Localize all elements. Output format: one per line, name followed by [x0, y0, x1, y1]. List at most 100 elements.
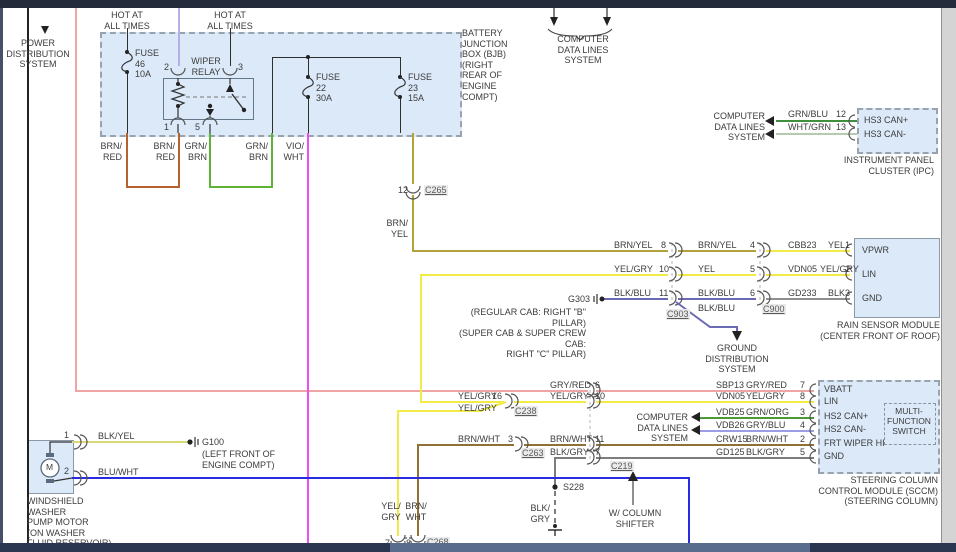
sccm-r1-p2: 7	[800, 380, 806, 390]
label-blk-gry-vertical: BLK/ GRY	[530, 503, 550, 524]
wire-blu-wht-v	[688, 477, 690, 543]
rain-r3-p1: 11	[659, 288, 669, 298]
sccm-r6-w2: BLK/GRY	[746, 447, 785, 457]
wire-fuse23-down	[400, 98, 401, 133]
bottom-window-bar-segment	[390, 543, 810, 552]
relay-pin1: 1	[164, 122, 170, 132]
wiring-diagram-page: POWER DISTRIBUTION SYSTEM COMPUTER DATA …	[0, 0, 956, 552]
rain-r1-w1: BRN/YEL	[614, 240, 653, 250]
cdl-ipc-label: COMPUTER DATA LINES SYSTEM	[713, 111, 766, 143]
wire-yel-row2b	[678, 274, 756, 276]
label-brn-red-2: BRN/ RED	[153, 141, 175, 162]
connector-c900[interactable]: C900	[762, 304, 786, 315]
washer-motor-m: M	[46, 462, 54, 472]
washer-pin1: 1	[64, 430, 70, 440]
c265-pin: 12	[397, 185, 408, 195]
rain-r3-w3: BLK	[828, 288, 846, 298]
wire-wht-grn	[776, 133, 857, 135]
label-yel-gry-bottom: YEL/ GRY	[381, 501, 401, 522]
cdl-top-arrow-right-icon	[603, 17, 611, 26]
rain-r2-w1: YEL/GRY	[614, 264, 653, 274]
label-brn-wht-bottom: BRN/ WHT	[405, 501, 427, 522]
wire-bus-to-fuse23	[400, 57, 401, 76]
rain-r3-w1: BLK/BLU	[614, 288, 652, 298]
cab-note: (REGULAR CAB: RIGHT "B" PILLAR) (SUPER C…	[458, 307, 586, 360]
cdl-top-label: COMPUTER DATA LINES SYSTEM	[557, 34, 609, 66]
wire-blu-wht-h	[72, 477, 690, 479]
sccm-r3-w2: GRN/ORG	[746, 407, 790, 417]
sccm-r6-circuit: GD125	[716, 447, 745, 457]
rain-r1-w2: BRN/YEL	[698, 240, 737, 250]
rain-r3-p2: 6	[750, 288, 756, 298]
rain-r1-w3: YEL	[828, 240, 846, 250]
ground-symbol-icon	[548, 524, 562, 536]
rain-r3-circuit: GD233	[788, 288, 817, 298]
sccm-r1-w2: GRY/RED	[746, 380, 787, 390]
sccm-r1-p1: 6	[595, 380, 601, 390]
sccm-r1-w1: GRY/RED	[550, 380, 591, 390]
diagram-left-border	[27, 8, 29, 543]
wiper-relay-box	[163, 78, 254, 120]
sccm-pin-vbatt: VBATT	[824, 384, 853, 394]
sccm-r5-w2: BRN/WHT	[746, 434, 788, 444]
g100-location: (LEFT FRONT OF ENGINE COMPT)	[202, 449, 276, 470]
sccm-pin-lin: LIN	[824, 396, 839, 406]
rain-r2-p1: 10	[659, 264, 670, 274]
connector-c903[interactable]: C903	[666, 309, 690, 320]
connector-c219[interactable]: C219	[610, 461, 634, 472]
sccm-r6-p2: 5	[800, 447, 806, 457]
rain-r2-w2: YEL	[698, 264, 716, 274]
rain-sensor-title: RAIN SENSOR MODULE (CENTER FRONT OF ROOF…	[820, 320, 940, 341]
rain-pin-gnd: GND	[862, 293, 882, 303]
cdl-sccm-arrow2-icon	[691, 425, 700, 435]
connector-c238[interactable]: C238	[514, 406, 538, 417]
sccm-r6-w1: BLK/GRY	[550, 447, 589, 457]
rain-r2-p2: 5	[750, 264, 756, 274]
inline-connectors	[73, 242, 771, 486]
wire-brn-yel-v1	[412, 133, 414, 184]
right-scroll-gutter[interactable]	[941, 8, 956, 543]
wire-hot-to-relay-pin3	[230, 28, 231, 66]
sccm-r5-w1: BRN/WHT	[550, 434, 592, 444]
cdl-ipc-arrow1-icon	[765, 116, 774, 126]
multifunction-switch-label: MULTI- FUNCTION SWITCH	[887, 406, 931, 437]
relay-pin5: 5	[195, 122, 201, 132]
connector-c263[interactable]: C263	[521, 448, 545, 459]
g303-ground-icon	[593, 294, 605, 304]
rain-r3-p3: 3	[845, 288, 851, 298]
hot-at-all-times-right: HOT AT ALL TIMES	[207, 10, 253, 31]
sccm-r3-p2: 3	[800, 407, 806, 417]
power-dist-arrow-icon	[41, 26, 49, 34]
wire-bjb-bus	[272, 57, 400, 58]
ipc-pin13: 13	[835, 122, 846, 132]
wiper-relay-title: WIPER RELAY	[191, 56, 221, 77]
rain-pin-lin: LIN	[862, 269, 877, 279]
wire-relay-return-inside	[272, 57, 273, 133]
cdl-sccm-arrow1-icon	[691, 412, 700, 422]
rain-r1-p1: 8	[661, 240, 667, 250]
sccm-r2-w2: YEL/GRY	[746, 391, 785, 401]
sccm-r2-w1: YEL/GRY	[550, 391, 589, 401]
sccm-r4-w2: GRY/BLU	[746, 420, 786, 430]
sccm-r5-p1: 11	[595, 434, 605, 444]
wire-grn-brn-right	[271, 133, 273, 188]
rain-r1-p2: 4	[750, 240, 756, 250]
shifter-arrow-icon	[628, 471, 638, 481]
label-brn-red-1: BRN/ RED	[100, 141, 122, 162]
sccm-title: STEERING COLUMN CONTROL MODULE (SCCM) (S…	[818, 475, 938, 507]
ground-dist-arrow-icon	[732, 331, 742, 341]
label-g100: G100	[202, 437, 225, 447]
rain-r3-branch: BLK/BLU	[698, 303, 736, 313]
ground-distribution-label: GROUND DISTRIBUTION SYSTEM	[705, 343, 769, 375]
relay-pin2: 2	[164, 62, 170, 72]
sccm-r2-p0: 16	[491, 391, 502, 401]
wire-relay-coil-feed	[178, 8, 180, 66]
connector-c265[interactable]: C265	[424, 185, 448, 196]
fuse-23-label: FUSE 23 15A	[408, 72, 433, 104]
relay-pin3: 3	[238, 62, 244, 72]
washer-pump-title: WINDSHIELD WASHER PUMP MOTOR (ON WASHER …	[27, 496, 111, 548]
label-wht-grn: WHT/GRN	[788, 122, 831, 132]
fuse-46-label: FUSE 46 10A	[135, 48, 160, 80]
ipc-pin12: 12	[835, 109, 846, 119]
sccm-r5-p0: 3	[508, 434, 514, 444]
